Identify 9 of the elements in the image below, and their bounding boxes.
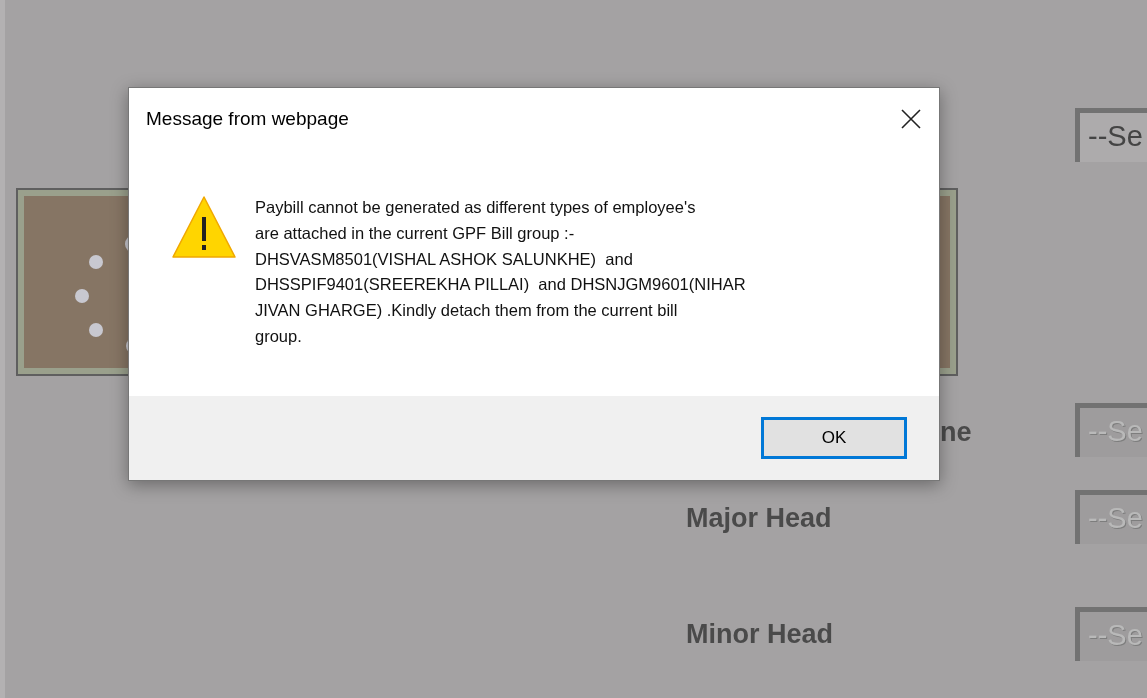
message-text: Paybill cannot be generated as different types of employee's are attached in the current GPF Bill group :- DHSVASM8501(VISHAL ASHOK SALUNKHE) and DHSSPIF9401(SREEREKHA PILLAI) and DHSNJGM9601(NIHAR JIVAN GHARGE) .Kindly detach them from the current bill group. (255, 197, 746, 347)
ok-button[interactable]: OK (761, 417, 907, 459)
close-icon[interactable] (901, 109, 921, 129)
field-label: Major Head (686, 502, 832, 534)
dialog-title: Message from webpage (146, 106, 349, 131)
field-label: Minor Head (686, 618, 833, 650)
select-dropdown[interactable]: --Se (1075, 108, 1147, 162)
warning-icon (172, 195, 236, 259)
field-label: ne (940, 416, 972, 448)
